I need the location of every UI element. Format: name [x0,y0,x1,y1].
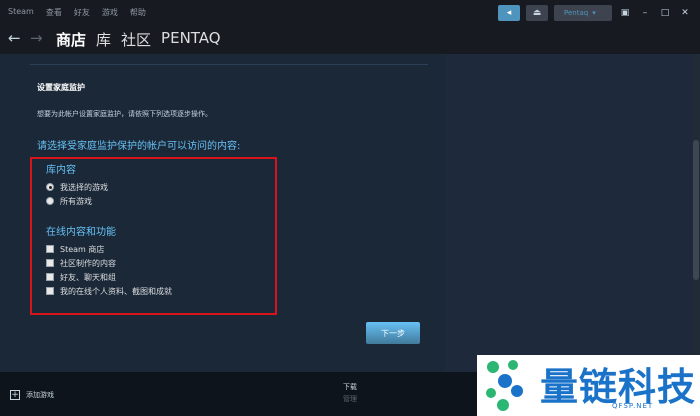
close-button[interactable]: ✕ [678,6,692,20]
tab-store[interactable]: 商店 [56,29,86,50]
title-bar: Steam 查看 好友 游戏 帮助 ◂ ⏏ Pentaq ▾ ▣ – □ ✕ [0,0,700,26]
tab-library[interactable]: 库 [96,29,111,50]
close-icon: ✕ [681,8,689,18]
nav-tabs: 商店 库 社区 PENTAQ [56,29,221,50]
downloads-button[interactable]: 下载 管理 [330,382,370,404]
library-section-title: 库内容 [46,165,76,176]
minimize-icon: – [642,8,648,18]
page-description: 想要为此帐户设置家庭监护，请依照下列选项逐步操作。 [37,110,212,118]
screen-icon: ▣ [620,8,630,18]
titlebar-controls: ◂ ⏏ Pentaq ▾ ▣ – □ ✕ [498,5,700,21]
online-section-title: 在线内容和功能 [46,227,116,238]
downloads-label: 下载 [343,383,357,391]
menu-friends[interactable]: 好友 [74,7,90,18]
checkbox-label: 好友、聊天和组 [60,272,116,282]
radio-button-selected[interactable] [46,183,54,191]
maximize-button[interactable]: □ [658,6,672,20]
bigpicture-button[interactable]: ▣ [618,6,632,20]
menu-help[interactable]: 帮助 [130,7,146,18]
notifications-button[interactable]: ⏏ [526,5,548,21]
radio-all-games[interactable]: 所有游戏 [46,195,92,207]
checkbox[interactable] [46,273,54,281]
add-game-label: 添加游戏 [26,391,54,399]
chevron-down-icon: ▾ [592,9,596,17]
maximize-icon: □ [660,8,670,18]
account-name: Pentaq [564,9,589,17]
account-dropdown[interactable]: Pentaq ▾ [554,5,612,21]
checkbox[interactable] [46,287,54,295]
radio-chosen-games[interactable]: 我选择的游戏 [46,181,108,193]
back-arrow-icon[interactable]: ← [8,29,21,47]
plus-icon: + [10,390,20,400]
right-panel [445,54,692,372]
checkbox-label: Steam 商店 [60,244,105,254]
forward-arrow-icon[interactable]: → [30,29,43,47]
menu-bar: Steam 查看 好友 游戏 帮助 [8,7,146,18]
checkbox-friends-chat[interactable]: 好友、聊天和组 [46,271,116,283]
minimize-button[interactable]: – [638,6,652,20]
menu-view[interactable]: 查看 [46,7,62,18]
watermark-domain: QFSP.NET [612,402,654,410]
menu-games[interactable]: 游戏 [102,7,118,18]
divider [30,64,428,65]
checkbox-label: 我的在线个人资料、截图和成就 [60,286,172,296]
checkbox-label: 社区制作的内容 [60,258,116,268]
broadcast-button[interactable]: ◂ [498,5,520,21]
add-game-button[interactable]: + 添加游戏 [10,390,54,400]
watermark-logo-icon [486,360,523,411]
menu-steam[interactable]: Steam [8,7,34,18]
nav-bar: ← → 商店 库 社区 PENTAQ [0,26,700,54]
checkbox[interactable] [46,245,54,253]
megaphone-icon: ◂ [506,8,512,18]
downloads-sublabel: 管理 [343,395,357,403]
radio-button[interactable] [46,197,54,205]
tab-profile[interactable]: PENTAQ [161,29,221,50]
page-title: 设置家庭监护 [37,83,85,92]
tab-community[interactable]: 社区 [121,29,151,50]
scrollbar-thumb[interactable] [693,140,699,280]
envelope-icon: ⏏ [532,8,542,18]
checkbox[interactable] [46,259,54,267]
checkbox-steam-store[interactable]: Steam 商店 [46,243,104,255]
access-prompt: 请选择受家庭监护保护的帐户可以访问的内容: [37,141,241,152]
radio-label: 我选择的游戏 [60,182,108,192]
checkbox-online-profile[interactable]: 我的在线个人资料、截图和成就 [46,285,172,297]
checkbox-community-content[interactable]: 社区制作的内容 [46,257,116,269]
next-button[interactable]: 下一步 [366,322,420,344]
radio-label: 所有游戏 [60,196,92,206]
